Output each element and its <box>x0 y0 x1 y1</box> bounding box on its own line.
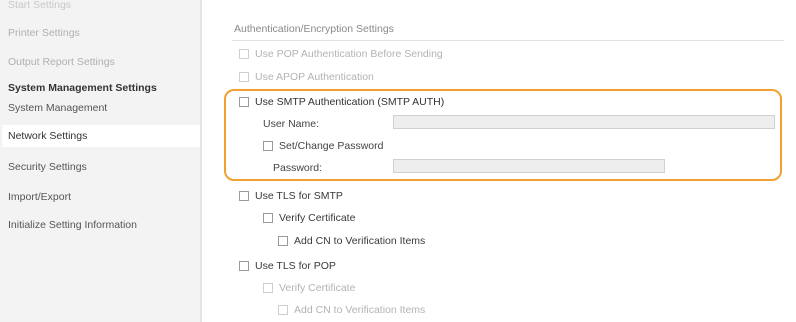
add-cn-pop-checkbox[interactable] <box>278 305 288 315</box>
use-tls-pop-checkbox[interactable] <box>239 261 249 271</box>
highlight-outline <box>224 89 782 181</box>
use-tls-pop-row[interactable]: Use TLS for POP <box>239 258 336 274</box>
section-title: Authentication/Encryption Settings <box>234 23 394 35</box>
add-cn-smtp-label: Add CN to Verification Items <box>294 235 426 247</box>
sidebar-item-security-settings[interactable]: Security Settings <box>8 156 196 178</box>
add-cn-smtp-row[interactable]: Add CN to Verification Items <box>278 233 425 249</box>
use-tls-smtp-checkbox[interactable] <box>239 191 249 201</box>
verify-cert-smtp-label: Verify Certificate <box>279 212 356 224</box>
sidebar-item-initialize-setting-information[interactable]: Initialize Setting Information <box>8 214 196 236</box>
add-cn-smtp-checkbox[interactable] <box>278 236 288 246</box>
apop-auth-checkbox-row[interactable]: Use APOP Authentication <box>239 69 374 85</box>
sidebar-item-import-export[interactable]: Import/Export <box>8 186 196 208</box>
verify-cert-pop-row[interactable]: Verify Certificate <box>263 280 355 296</box>
sidebar-item-output-report-settings[interactable]: Output Report Settings <box>8 51 196 73</box>
sidebar-heading-system-management: System Management Settings <box>8 82 157 94</box>
pop-auth-checkbox-row[interactable]: Use POP Authentication Before Sending <box>239 46 443 62</box>
sidebar-item-system-management[interactable]: System Management <box>8 97 196 119</box>
sidebar-edge <box>200 0 202 322</box>
verify-cert-smtp-checkbox[interactable] <box>263 213 273 223</box>
apop-auth-checkbox[interactable] <box>239 72 249 82</box>
verify-cert-pop-label: Verify Certificate <box>279 282 356 294</box>
sidebar-item-top-cut[interactable]: Start Settings <box>8 0 196 16</box>
pop-auth-checkbox[interactable] <box>239 49 249 59</box>
pop-auth-label: Use POP Authentication Before Sending <box>255 48 443 60</box>
verify-cert-pop-checkbox[interactable] <box>263 283 273 293</box>
add-cn-pop-row[interactable]: Add CN to Verification Items <box>278 302 425 318</box>
use-tls-smtp-label: Use TLS for SMTP <box>255 190 343 202</box>
sidebar-item-network-settings[interactable]: Network Settings <box>2 125 200 147</box>
use-tls-pop-label: Use TLS for POP <box>255 260 336 272</box>
settings-sidebar: Start Settings Printer Settings Output R… <box>0 0 202 322</box>
verify-cert-smtp-row[interactable]: Verify Certificate <box>263 210 355 226</box>
add-cn-pop-label: Add CN to Verification Items <box>294 304 426 316</box>
sidebar-item-printer-settings[interactable]: Printer Settings <box>8 22 196 44</box>
apop-auth-label: Use APOP Authentication <box>255 71 374 83</box>
section-divider <box>232 40 784 41</box>
use-tls-smtp-row[interactable]: Use TLS for SMTP <box>239 188 343 204</box>
